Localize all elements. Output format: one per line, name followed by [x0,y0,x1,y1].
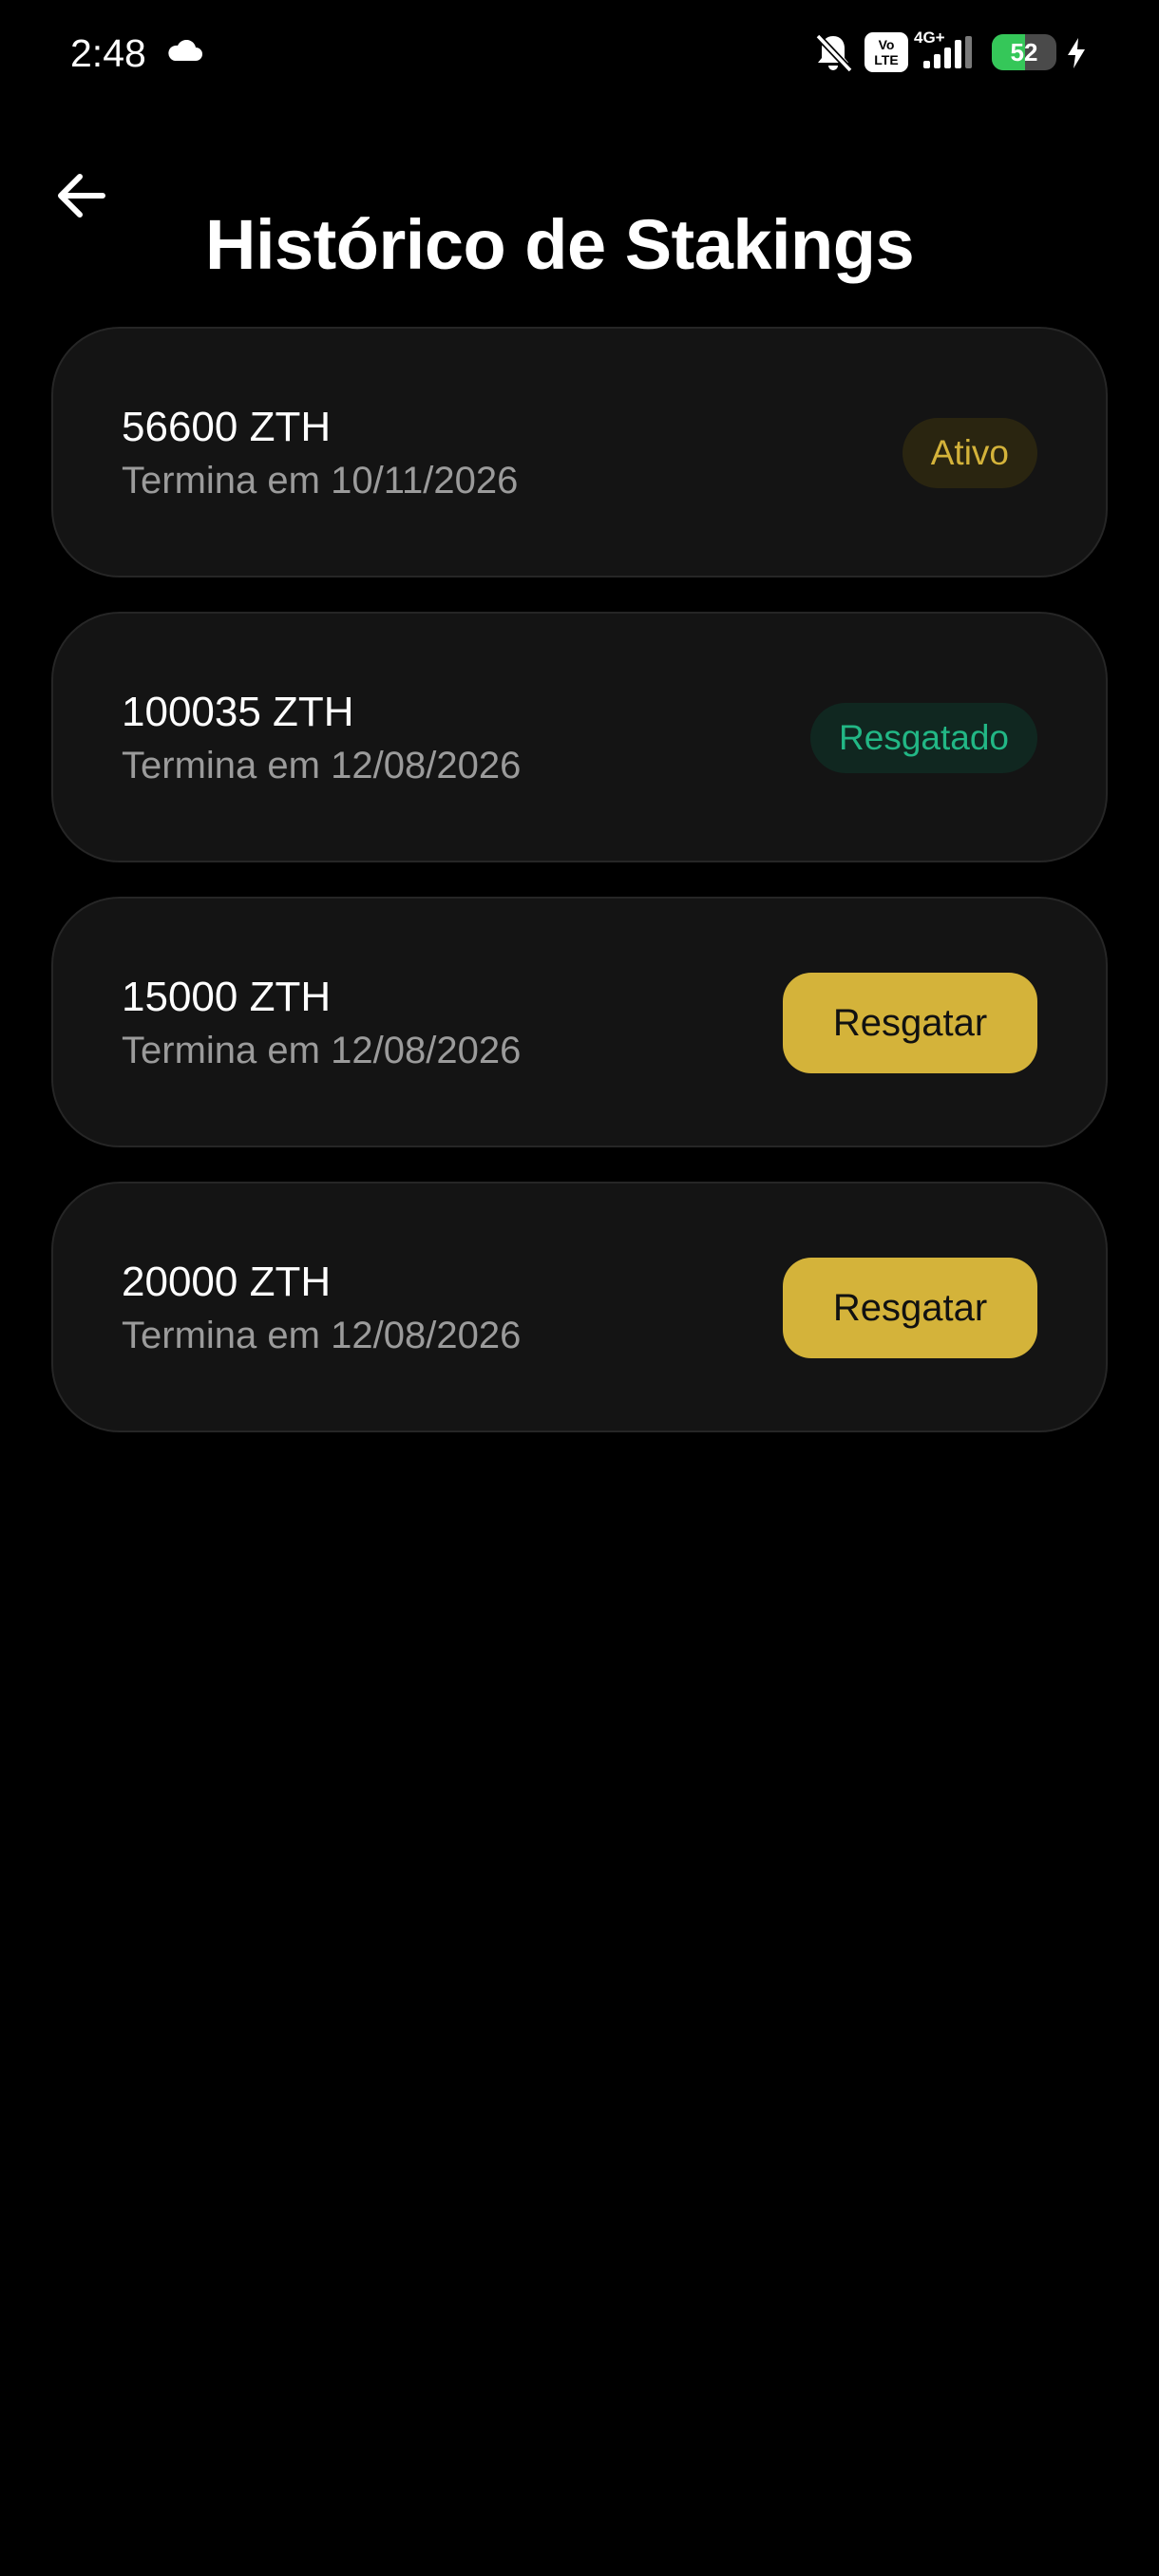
staking-card: 100035 ZTH Termina em 12/08/2026 Resgatad… [51,612,1108,862]
ends-label: Termina em [122,745,320,786]
ends-label: Termina em [122,460,320,502]
status-time: 2:48 [70,31,146,75]
end-date-value: 12/08/2026 [331,1030,522,1071]
staking-amount: 15000 ZTH [122,974,332,1020]
battery-icon: 52 [992,34,1056,70]
battery-level: 52 [1010,38,1038,66]
page-title: Histórico de Stakings [205,204,915,284]
staking-end-date: Termina em 12/08/2026 [122,1311,521,1360]
charging-icon [1068,38,1085,68]
bell-off-icon [815,33,853,73]
end-date-value: 10/11/2026 [331,460,519,502]
staking-amount: 56600 ZTH [122,404,332,450]
ends-label: Termina em [122,1030,320,1071]
back-button[interactable] [51,161,112,230]
staking-end-date: Termina em 10/11/2026 [122,456,518,505]
staking-amount: 100035 ZTH [122,689,354,735]
staking-end-date: Termina em 12/08/2026 [122,741,521,790]
staking-card: 15000 ZTH Termina em 12/08/2026 Resgatar [51,897,1108,1147]
end-date-value: 12/08/2026 [331,745,522,786]
signal-icon [923,36,972,68]
status-badge-active: Ativo [902,418,1037,488]
staking-card: 56600 ZTH Termina em 10/11/2026 Ativo [51,327,1108,578]
volte-icon: Vo LTE [864,32,908,72]
staking-amount: 20000 ZTH [122,1259,332,1305]
arrow-left-icon [58,174,105,218]
redeem-button[interactable]: Resgatar [783,1258,1037,1358]
staking-list: 56600 ZTH Termina em 10/11/2026 Ativo 100… [51,327,1108,1467]
end-date-value: 12/08/2026 [331,1315,522,1356]
ends-label: Termina em [122,1315,320,1356]
staking-card: 20000 ZTH Termina em 12/08/2026 Resgatar [51,1182,1108,1432]
status-bar: 2:48 Vo LTE 4G+ 52 [0,0,1159,104]
status-badge-redeemed: Resgatado [810,703,1037,773]
staking-end-date: Termina em 12/08/2026 [122,1026,521,1075]
cloud-icon [168,40,202,61]
redeem-button[interactable]: Resgatar [783,973,1037,1073]
